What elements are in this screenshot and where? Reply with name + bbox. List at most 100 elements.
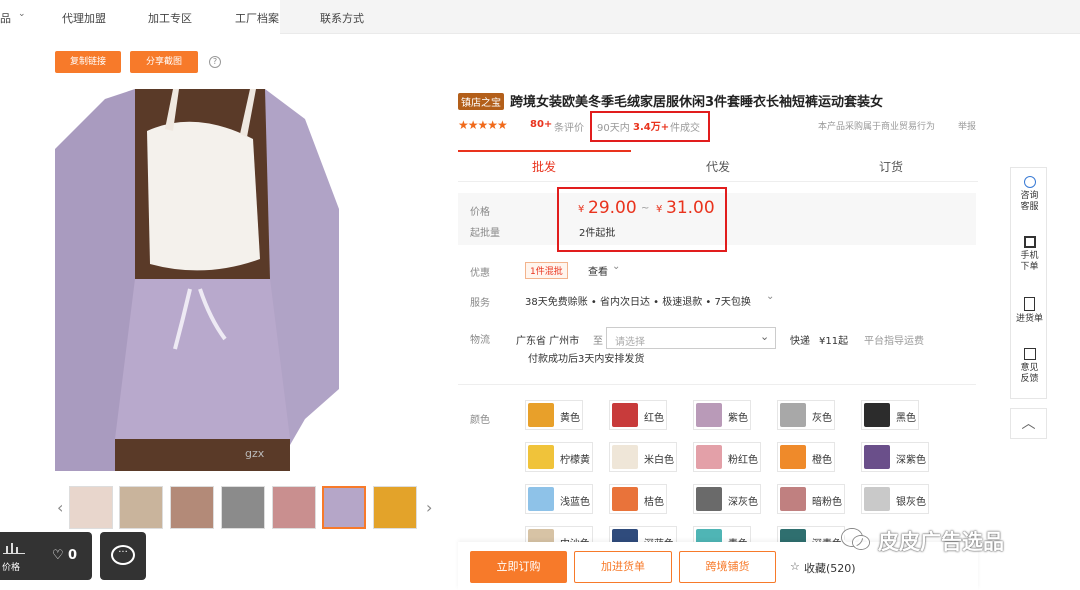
qr-code-icon <box>1023 236 1036 248</box>
chevron-down-icon[interactable]: ⌄ <box>612 261 620 272</box>
color-option[interactable]: 桔色 <box>609 484 667 514</box>
image-watermark-text: gzx <box>245 447 265 460</box>
floating-chat-button[interactable]: ··· <box>100 532 146 580</box>
color-option[interactable]: 深灰色 <box>693 484 761 514</box>
thumbnail-strip: ‹ › <box>55 484 439 530</box>
color-name: 紫色 <box>728 413 748 424</box>
product-title: 镇店之宝 跨境女装欧美冬季毛绒家居服休闲3件套睡衣长袖短裤运动套装女 <box>458 91 883 110</box>
rating-count[interactable]: 80+ <box>530 119 552 130</box>
moq-label: 起批量 <box>470 228 500 239</box>
shipping-guide[interactable]: 平台指导运费 <box>864 332 924 347</box>
star-icon[interactable]: ☆ <box>790 560 800 573</box>
thumbnail[interactable] <box>69 486 113 529</box>
color-swatch <box>780 487 806 511</box>
chevron-down-icon[interactable]: ⌄ <box>766 291 774 302</box>
color-option[interactable]: 银灰色 <box>861 484 929 514</box>
highlight-box <box>590 111 710 142</box>
thumbnail[interactable] <box>373 486 417 529</box>
tab-order[interactable]: 订货 <box>879 158 903 175</box>
color-option[interactable]: 粉红色 <box>693 442 761 472</box>
color-swatch <box>528 487 554 511</box>
color-name: 桔色 <box>644 497 664 508</box>
feedback-button[interactable]: 意见反馈 <box>1011 346 1048 385</box>
watermark-text: 皮皮广告选品 <box>878 530 1004 554</box>
favorite-count[interactable]: 收藏(520) <box>804 560 856 576</box>
chevron-down-icon: ⌄ <box>760 330 770 343</box>
thumbnail[interactable] <box>272 486 316 529</box>
cross-border-button[interactable]: 跨境铺货 <box>679 551 776 583</box>
consult-button[interactable]: 咨询客服 <box>1011 174 1048 213</box>
nav-item-factory[interactable]: 工厂档案 <box>235 10 279 26</box>
color-swatch <box>780 403 806 427</box>
highlight-box <box>557 187 727 252</box>
color-label: 颜色 <box>470 415 490 426</box>
color-name: 暗粉色 <box>812 497 842 508</box>
color-option[interactable]: 深紫色 <box>861 442 929 472</box>
thumbnail[interactable] <box>170 486 214 529</box>
thumbnail-selected[interactable] <box>322 486 366 529</box>
shop-badge: 镇店之宝 <box>458 93 504 110</box>
buy-now-button[interactable]: 立即订购 <box>470 551 567 583</box>
nav-item-processing[interactable]: 加工专区 <box>148 10 192 26</box>
color-name: 粉红色 <box>728 455 758 466</box>
color-swatch <box>696 445 722 469</box>
color-option[interactable]: 橙色 <box>777 442 835 472</box>
divider <box>458 384 976 385</box>
purchase-list-button[interactable]: 进货单 <box>1011 295 1048 325</box>
thumbnail[interactable] <box>119 486 163 529</box>
chevron-right-icon[interactable]: › <box>426 498 432 517</box>
color-option[interactable]: 紫色 <box>693 400 751 430</box>
nav-item-agent[interactable]: 代理加盟 <box>62 10 106 26</box>
tab-wholesale[interactable]: 批发 <box>532 158 556 175</box>
color-swatch <box>864 445 890 469</box>
color-swatch <box>612 487 638 511</box>
help-icon[interactable]: ? <box>209 56 221 68</box>
color-swatch <box>780 445 806 469</box>
floating-price-panel[interactable]: 价格 ♡ 0 <box>0 532 92 580</box>
color-option[interactable]: 黄色 <box>525 400 583 430</box>
report-link[interactable]: 举报 <box>958 119 976 132</box>
price-label: 价格 <box>470 207 490 218</box>
chevron-left-icon[interactable]: ‹ <box>57 498 63 517</box>
right-sidebar: 咨询客服 手机下单 进货单 意见反馈 <box>1010 167 1047 399</box>
color-option[interactable]: 灰色 <box>777 400 835 430</box>
nav-item-products[interactable]: 品 <box>0 10 11 26</box>
main-product-image[interactable]: gzx <box>55 89 339 471</box>
color-option[interactable]: 米白色 <box>609 442 677 472</box>
color-swatch <box>864 487 890 511</box>
color-name: 灰色 <box>812 413 832 424</box>
promo-more-link[interactable]: 查看 <box>588 263 608 278</box>
color-swatch <box>528 445 554 469</box>
color-option[interactable]: 暗粉色 <box>777 484 845 514</box>
wechat-icon <box>842 527 874 553</box>
mobile-order-button[interactable]: 手机下单 <box>1011 234 1048 273</box>
color-name: 黄色 <box>560 413 580 424</box>
color-name: 浅蓝色 <box>560 497 590 508</box>
color-name: 米白色 <box>644 455 674 466</box>
nav-item-contact[interactable]: 联系方式 <box>320 10 364 26</box>
price-label: 价格 <box>2 563 21 573</box>
share-screenshot-button[interactable]: 分享截图 <box>130 51 198 73</box>
color-name: 深灰色 <box>728 497 758 508</box>
color-option[interactable]: 柠檬黄 <box>525 442 593 472</box>
copy-link-button[interactable]: 复制链接 <box>55 51 121 73</box>
color-option[interactable]: 黑色 <box>861 400 919 430</box>
back-to-top-icon[interactable]: ︿ <box>1010 408 1047 439</box>
color-option[interactable]: 浅蓝色 <box>525 484 593 514</box>
express-fee: ¥11起 <box>819 336 849 347</box>
color-swatch <box>528 403 554 427</box>
edit-icon <box>1023 348 1036 360</box>
express-label: 快递 <box>790 336 810 347</box>
color-option[interactable]: 红色 <box>609 400 667 430</box>
chevron-down-icon[interactable]: ⌄ <box>18 9 26 19</box>
rating-stars-icon: ★★★★★ <box>458 118 508 132</box>
promo-tag: 1件混批 <box>525 262 568 279</box>
tab-dropship[interactable]: 代发 <box>706 158 730 175</box>
ship-to-label: 至 <box>593 336 603 347</box>
service-label: 服务 <box>470 298 490 309</box>
thumbnail[interactable] <box>221 486 265 529</box>
destination-select[interactable]: 请选择 ⌄ <box>606 327 776 349</box>
promo-label: 优惠 <box>470 268 490 279</box>
add-to-list-button[interactable]: 加进货单 <box>574 551 672 583</box>
mode-tabs: 批发 代发 订货 <box>458 150 978 182</box>
